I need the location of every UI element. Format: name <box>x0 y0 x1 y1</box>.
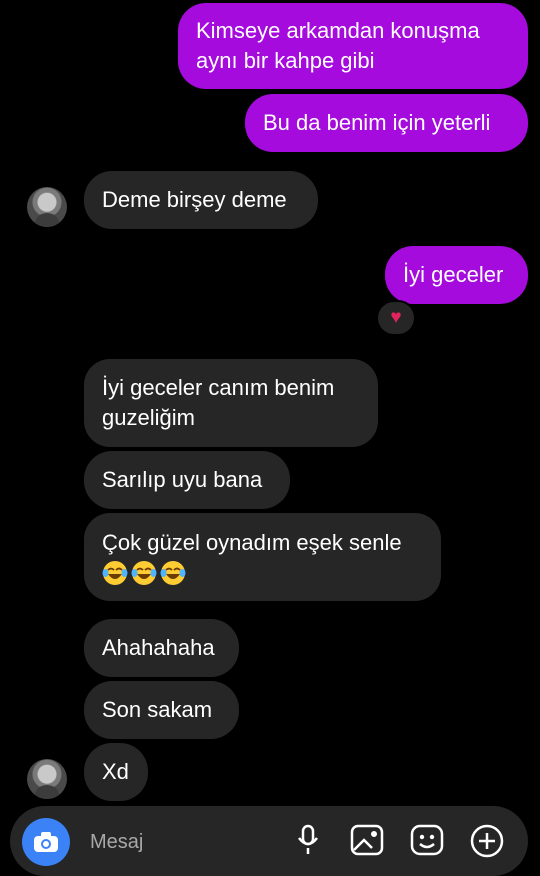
contact-avatar[interactable] <box>27 187 67 227</box>
contact-avatar[interactable] <box>27 759 67 799</box>
gallery-icon[interactable] <box>350 824 384 856</box>
message-text: Ahahahaha <box>102 635 215 660</box>
message-text: Deme birşey deme <box>102 187 287 212</box>
incoming-message[interactable]: Ahahahaha <box>84 619 239 677</box>
camera-button[interactable] <box>22 818 70 866</box>
heart-reaction[interactable]: ♥ <box>376 300 416 336</box>
incoming-message[interactable]: Sarılıp uyu bana <box>84 451 290 509</box>
plus-icon[interactable] <box>470 824 504 858</box>
message-text-line: aynı bir kahpe gibi <box>196 48 375 73</box>
message-input[interactable]: Mesaj <box>90 831 143 854</box>
incoming-message[interactable]: İyi geceler canım benim guzeliğim <box>84 359 378 447</box>
incoming-message[interactable]: Deme birşey deme <box>84 171 318 229</box>
message-text-line: guzeliğim <box>102 405 195 430</box>
message-text: Son sakam <box>102 697 213 722</box>
message-text: Sarılıp uyu bana <box>102 467 263 492</box>
outgoing-message[interactable]: İyi geceler <box>385 246 528 304</box>
outgoing-message[interactable]: Bu da benim için yeterli <box>245 94 528 152</box>
laughing-emoji-icon <box>102 561 128 585</box>
emoji-row <box>102 560 189 586</box>
message-text: İyi geceler <box>403 262 504 287</box>
heart-icon: ♥ <box>390 307 402 328</box>
camera-icon <box>34 832 58 852</box>
message-text-line: İyi geceler canım benim <box>102 375 335 400</box>
laughing-emoji-icon <box>160 561 186 585</box>
outgoing-message[interactable]: Kimseye arkamdan konuşma aynı bir kahpe … <box>178 3 528 89</box>
message-text: Xd <box>102 759 129 784</box>
incoming-message[interactable]: Son sakam <box>84 681 239 739</box>
incoming-message[interactable]: Xd <box>84 743 148 801</box>
laughing-emoji-icon <box>131 561 157 585</box>
message-composer: Mesaj <box>10 806 528 876</box>
message-text-line: Çok güzel oynadım eşek senle <box>102 530 402 555</box>
incoming-message[interactable]: Çok güzel oynadım eşek senle <box>84 513 441 601</box>
message-text: Bu da benim için yeterli <box>263 110 491 135</box>
microphone-icon[interactable] <box>297 824 319 856</box>
sticker-icon[interactable] <box>410 824 444 856</box>
message-text-line: Kimseye arkamdan konuşma <box>196 18 480 43</box>
